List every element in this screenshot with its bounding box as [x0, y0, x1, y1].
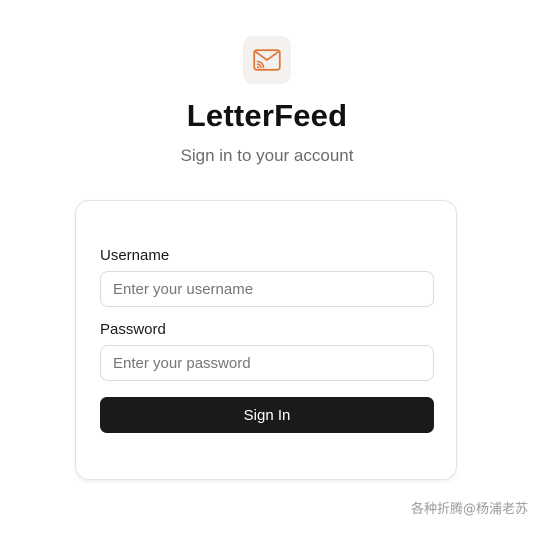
password-label: Password [100, 321, 166, 338]
username-input[interactable] [100, 271, 434, 307]
page-subtitle: Sign in to your account [180, 146, 354, 165]
login-page: LetterFeed Sign in to your account Usern… [0, 0, 548, 534]
watermark: 各种折腾@杨浦老苏 [410, 502, 528, 517]
app-title: LetterFeed [186, 98, 348, 133]
username-label: Username [100, 247, 170, 264]
mail-rss-icon [253, 49, 281, 71]
sign-in-button[interactable]: Sign In [100, 397, 434, 433]
login-card: Username Password Sign In [75, 200, 457, 480]
password-input[interactable] [100, 345, 434, 381]
app-logo [243, 36, 291, 84]
